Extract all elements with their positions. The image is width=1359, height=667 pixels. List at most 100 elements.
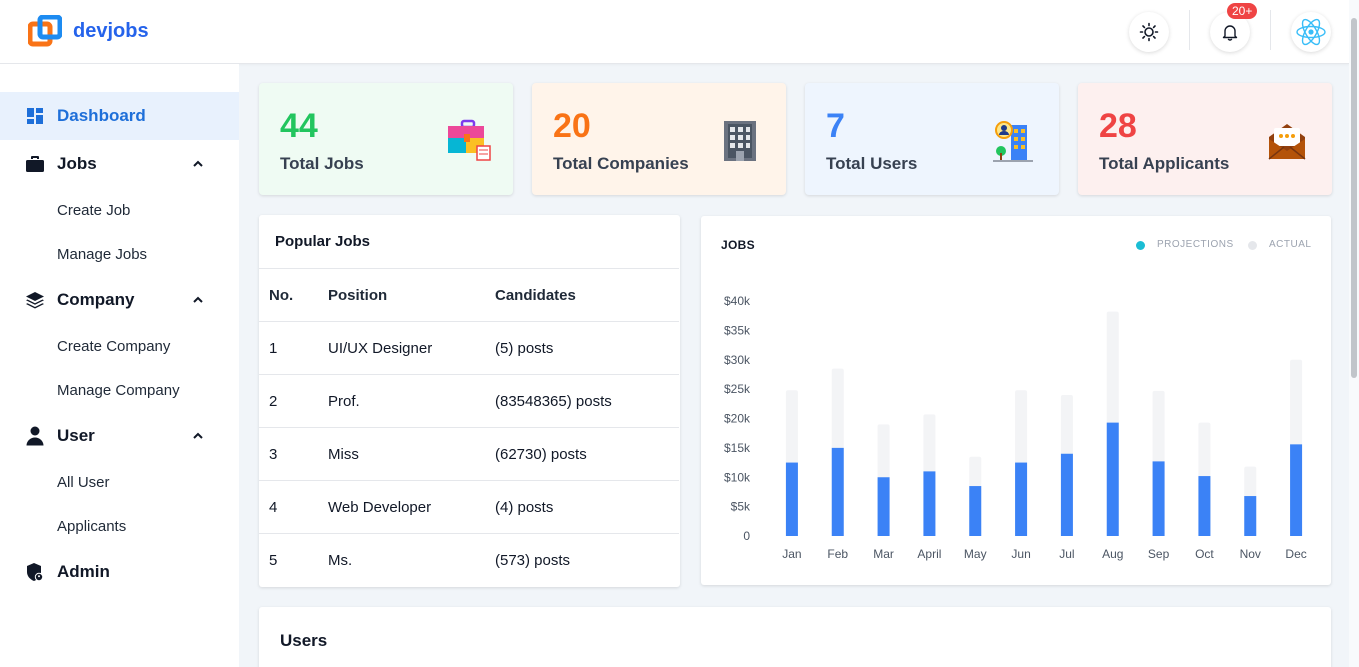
chevron-up-icon[interactable] bbox=[191, 157, 205, 171]
sidebar-item-user[interactable]: User bbox=[0, 412, 239, 460]
popular-jobs-panel: Popular Jobs No. Position Candidates 1 U… bbox=[259, 215, 680, 587]
table-row[interactable]: 1 UI/UX Designer (5) posts bbox=[259, 321, 679, 374]
briefcase-icon bbox=[25, 154, 45, 174]
sidebar-item-label: Company bbox=[57, 290, 135, 309]
bar-projection[interactable] bbox=[1015, 462, 1028, 536]
x-tick-label: Mar bbox=[873, 547, 894, 561]
user-icon bbox=[25, 426, 45, 446]
stat-card-total-applicants: 28 Total Applicants bbox=[1078, 83, 1332, 195]
x-tick-label: May bbox=[964, 547, 987, 561]
table-row[interactable]: 2 Prof. (83548365) posts bbox=[259, 374, 679, 427]
cell-position: Ms. bbox=[328, 552, 353, 569]
y-tick-label: $35k bbox=[724, 323, 751, 337]
jobs-bar-chart: 0 $5k $10k $15k $20k $25k $30k $35k $40k Jan Feb Ma… bbox=[724, 294, 1307, 561]
bar-projection[interactable] bbox=[877, 477, 890, 536]
theme-toggle-button[interactable] bbox=[1129, 12, 1169, 52]
office-building-icon bbox=[724, 121, 756, 161]
chevron-up-icon[interactable] bbox=[191, 429, 205, 443]
layers-icon bbox=[25, 290, 45, 310]
bell-icon bbox=[1222, 25, 1238, 41]
bar-projection[interactable] bbox=[1244, 496, 1257, 536]
cell-candidates: (573) posts bbox=[495, 552, 571, 569]
column-header-position[interactable]: Position bbox=[328, 287, 387, 304]
bar-projection[interactable] bbox=[969, 486, 982, 536]
stat-value: 20 bbox=[553, 107, 591, 145]
sidebar-item-label: User bbox=[57, 426, 95, 445]
bar-projection[interactable] bbox=[1290, 444, 1303, 536]
table-header-row: No. Position Candidates bbox=[259, 268, 679, 321]
chevron-up-icon[interactable] bbox=[191, 293, 205, 307]
sidebar: Dashboard Jobs Create Job Manage Jobs Co… bbox=[0, 64, 239, 667]
bar-projection[interactable] bbox=[1198, 476, 1211, 536]
react-logo-icon bbox=[1296, 18, 1326, 46]
y-tick-label: $25k bbox=[724, 382, 751, 396]
briefcase-color-icon bbox=[448, 119, 491, 161]
stat-card-total-jobs: 44 Total Jobs bbox=[259, 83, 513, 195]
y-tick-label: $15k bbox=[724, 441, 751, 455]
bar-projection[interactable] bbox=[785, 462, 798, 536]
stat-card-total-users: 7 Total Users bbox=[805, 83, 1059, 195]
sidebar-item-dashboard[interactable]: Dashboard bbox=[0, 92, 239, 140]
jobs-chart-panel: JOBS PROJECTIONS ACTUAL 0 $5k $10k $15k $20k… bbox=[701, 216, 1331, 585]
cell-candidates: (4) posts bbox=[495, 499, 554, 516]
cell-position: Prof. bbox=[328, 393, 360, 410]
sidebar-item-admin[interactable]: Admin bbox=[0, 548, 239, 596]
cell-position: Web Developer bbox=[328, 499, 432, 516]
column-header-candidates[interactable]: Candidates bbox=[495, 287, 576, 304]
page-scrollbar-thumb[interactable] bbox=[1351, 18, 1357, 378]
user-avatar-button[interactable] bbox=[1291, 12, 1331, 52]
cell-position: Miss bbox=[328, 446, 359, 463]
sidebar-subitem-manage-company[interactable]: Manage Company bbox=[57, 382, 180, 399]
cell-no: 5 bbox=[269, 552, 278, 569]
user-building-icon bbox=[993, 121, 1033, 162]
stat-value: 44 bbox=[280, 107, 318, 145]
y-tick-label: $20k bbox=[724, 412, 751, 426]
sidebar-item-label: Jobs bbox=[57, 154, 97, 173]
table-row[interactable]: 3 Miss (62730) posts bbox=[259, 427, 679, 480]
cell-no: 3 bbox=[269, 446, 278, 463]
sidebar-subitem-manage-jobs[interactable]: Manage Jobs bbox=[57, 246, 147, 263]
x-tick-label: Nov bbox=[1240, 547, 1261, 561]
stat-value: 28 bbox=[1099, 107, 1137, 145]
notification-badge: 20+ bbox=[1227, 3, 1258, 19]
header-divider bbox=[1189, 10, 1190, 50]
y-tick-label: 0 bbox=[743, 529, 750, 543]
sidebar-item-label: Dashboard bbox=[57, 106, 146, 125]
sidebar-subitem-all-user[interactable]: All User bbox=[57, 474, 110, 491]
bar-projection[interactable] bbox=[923, 471, 936, 536]
bar-projection[interactable] bbox=[1106, 422, 1119, 536]
devjobs-logo-icon[interactable] bbox=[28, 15, 62, 49]
sidebar-subitem-create-company[interactable]: Create Company bbox=[57, 338, 170, 355]
cell-no: 4 bbox=[269, 499, 278, 516]
cell-candidates: (5) posts bbox=[495, 340, 554, 357]
y-tick-label: $5k bbox=[731, 500, 751, 514]
column-header-no[interactable]: No. bbox=[269, 287, 293, 304]
sidebar-item-company[interactable]: Company bbox=[0, 276, 239, 324]
bar-projection[interactable] bbox=[1152, 461, 1165, 536]
stat-label: Total Jobs bbox=[280, 154, 364, 173]
table-row[interactable]: 5 Ms. (573) posts bbox=[259, 533, 679, 586]
bar-projection[interactable] bbox=[831, 447, 844, 536]
mail-open-icon bbox=[1268, 124, 1306, 160]
x-tick-label: Oct bbox=[1195, 547, 1214, 561]
header-divider bbox=[1270, 10, 1271, 50]
cell-candidates: (62730) posts bbox=[495, 446, 587, 463]
bar-projection[interactable] bbox=[1060, 453, 1073, 536]
x-tick-label: Jun bbox=[1011, 547, 1030, 561]
brand-name[interactable]: devjobs bbox=[73, 20, 149, 43]
y-tick-label: $40k bbox=[724, 294, 751, 308]
stat-label: Total Applicants bbox=[1099, 154, 1230, 173]
stat-value: 7 bbox=[826, 107, 845, 145]
top-header: devjobs 20+ bbox=[0, 0, 1349, 64]
sidebar-subitem-applicants[interactable]: Applicants bbox=[57, 518, 126, 535]
dashboard-icon bbox=[25, 106, 45, 126]
x-tick-label: Sep bbox=[1148, 547, 1170, 561]
table-row[interactable]: 4 Web Developer (4) posts bbox=[259, 480, 679, 533]
x-tick-label: Feb bbox=[827, 547, 848, 561]
stat-label: Total Companies bbox=[553, 154, 689, 173]
sidebar-item-jobs[interactable]: Jobs bbox=[0, 140, 239, 188]
cell-candidates: (83548365) posts bbox=[495, 393, 612, 410]
sidebar-subitem-create-job[interactable]: Create Job bbox=[57, 202, 130, 219]
cell-no: 2 bbox=[269, 393, 278, 410]
sidebar-item-label: Admin bbox=[57, 562, 110, 581]
